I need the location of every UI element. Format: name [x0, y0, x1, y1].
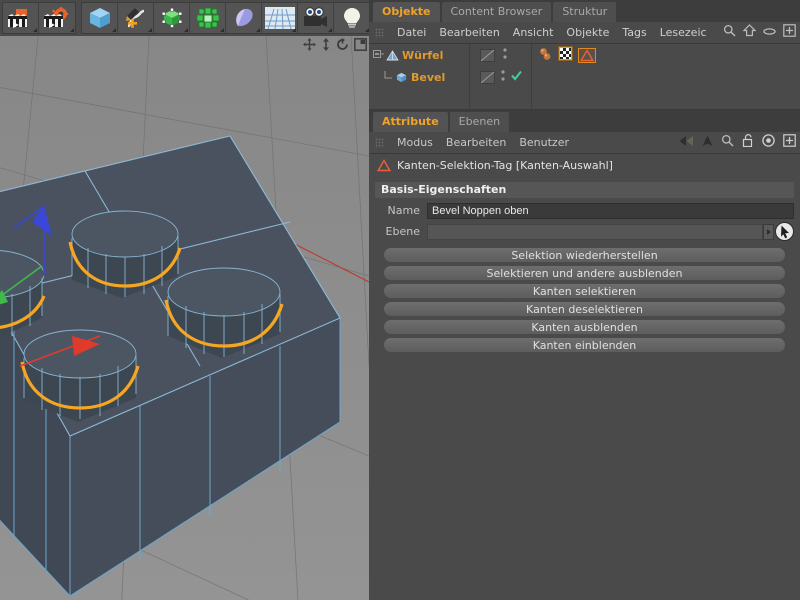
menu-modus[interactable]: Modus — [397, 136, 433, 149]
menu-tags[interactable]: Tags — [622, 26, 646, 39]
nav-up-icon[interactable] — [702, 135, 713, 150]
spline-pen-icon[interactable] — [118, 3, 154, 33]
attribute-manager-tabbar: Attribute Ebenen — [369, 110, 800, 132]
tree-row-bevel[interactable]: Bevel — [369, 66, 469, 88]
search-icon[interactable] — [723, 24, 736, 40]
tab-objekte[interactable]: Objekte — [373, 2, 440, 22]
rotate-view-icon[interactable] — [336, 38, 349, 54]
floor-scene-icon[interactable] — [262, 3, 298, 33]
dolly-view-icon[interactable] — [321, 38, 331, 54]
object-visibility-column — [469, 44, 531, 109]
visibility-dots-icon[interactable] — [503, 47, 507, 63]
cube-object-icon[interactable] — [395, 72, 408, 83]
nav-back-icon[interactable] — [679, 135, 694, 150]
menu-bearbeiten[interactable]: Bearbeiten — [446, 136, 506, 149]
tab-struktur[interactable]: Struktur — [553, 2, 617, 22]
material-tag-icon[interactable] — [538, 47, 553, 64]
expand-toggle-icon[interactable] — [373, 49, 384, 61]
edge-selection-tag-icon[interactable] — [578, 47, 596, 63]
field-row-name: Name — [375, 202, 794, 219]
object-tree-column: Würfel Bevel — [369, 44, 469, 109]
home-up-icon[interactable] — [742, 24, 757, 40]
tree-label-bevel: Bevel — [411, 70, 446, 84]
tree-branch-icon — [384, 71, 392, 79]
menu-lesezeichen[interactable]: Lesezeic — [660, 26, 707, 39]
button-kanten-ausblenden[interactable]: Kanten ausblenden — [383, 319, 786, 335]
light-icon[interactable] — [334, 3, 370, 33]
button-kanten-deselektieren[interactable]: Kanten deselektieren — [383, 301, 786, 317]
menu-benutzer[interactable]: Benutzer — [519, 136, 569, 149]
nurbs-generator-icon[interactable] — [154, 3, 190, 33]
object-manager-tabbar: Objekte Content Browser Struktur — [369, 0, 800, 22]
unlock-icon[interactable] — [742, 134, 754, 150]
button-selektion-wiederherstellen[interactable]: Selektion wiederherstellen — [383, 247, 786, 263]
section-header-basis: Basis-Eigenschaften — [375, 182, 794, 198]
object-manager-menubar: Datei Bearbeiten Ansicht Objekte Tags Le… — [369, 22, 800, 44]
plus-box-icon[interactable] — [783, 134, 796, 150]
ebene-dropdown-arrow-icon[interactable] — [763, 223, 774, 240]
enabled-check-icon[interactable] — [511, 70, 522, 84]
right-panel-column: Objekte Content Browser Struktur Datei B… — [369, 0, 800, 600]
pick-layer-cursor-icon[interactable] — [775, 222, 794, 241]
maximize-view-icon[interactable] — [354, 38, 367, 54]
camera-icon[interactable] — [298, 3, 334, 33]
null-object-icon[interactable] — [386, 49, 399, 61]
layer-swatch-icon[interactable] — [480, 48, 495, 62]
menu-datei[interactable]: Datei — [397, 26, 426, 39]
tag-action-buttons: Selektion wiederherstellen Selektieren u… — [383, 247, 786, 353]
array-object-icon[interactable] — [190, 3, 226, 33]
render-toolbar-group — [2, 2, 76, 34]
object-manager-tree[interactable]: Würfel Bevel — [369, 44, 800, 110]
menu-bearbeiten[interactable]: Bearbeiten — [439, 26, 499, 39]
layer-swatch-icon[interactable] — [480, 70, 495, 84]
panel-grip[interactable] — [375, 27, 384, 38]
ebene-input[interactable] — [427, 223, 763, 240]
label-name: Name — [387, 204, 420, 217]
attribute-title-row: Kanten-Selektion-Tag [Kanten-Auswahl] — [369, 154, 800, 176]
button-kanten-selektieren[interactable]: Kanten selektieren — [383, 283, 786, 299]
button-kanten-einblenden[interactable]: Kanten einblenden — [383, 337, 786, 353]
field-row-ebene: Ebene — [375, 222, 794, 241]
attribute-manager-menubar: Modus Bearbeiten Benutzer — [369, 132, 800, 154]
tab-content-browser[interactable]: Content Browser — [441, 2, 552, 22]
edge-selection-tag-icon — [377, 158, 391, 171]
panel-grip[interactable] — [375, 137, 384, 148]
plus-box-icon[interactable] — [783, 24, 796, 40]
texture-checker-tag-icon[interactable] — [558, 46, 573, 64]
tab-ebenen[interactable]: Ebenen — [449, 112, 510, 132]
menu-ansicht[interactable]: Ansicht — [513, 26, 554, 39]
name-input[interactable] — [427, 202, 794, 219]
object-tags-column — [531, 44, 800, 109]
tree-row-wuerfel[interactable]: Würfel — [369, 44, 469, 66]
visibility-dots-icon[interactable] — [501, 69, 505, 85]
render-view-icon[interactable] — [3, 3, 39, 33]
tab-attribute[interactable]: Attribute — [373, 112, 448, 132]
object-toolbar-group — [81, 2, 371, 34]
viewport-scene — [0, 36, 369, 600]
search-icon[interactable] — [721, 134, 734, 150]
cube-primitive-icon[interactable] — [82, 3, 118, 33]
attribute-title-text: Kanten-Selektion-Tag [Kanten-Auswahl] — [397, 158, 613, 172]
viewport-nav-icons — [303, 38, 367, 54]
cinema4d-window: Objekte Content Browser Struktur Datei B… — [0, 0, 800, 600]
render-settings-icon[interactable] — [39, 3, 75, 33]
visibility-row-wuerfel[interactable] — [470, 44, 531, 66]
target-icon[interactable] — [762, 134, 775, 150]
menu-objekte[interactable]: Objekte — [566, 26, 609, 39]
main-toolbar — [0, 0, 371, 36]
button-selektieren-und-andere-ausblenden[interactable]: Selektieren und andere ausblenden — [383, 265, 786, 281]
tree-label-wuerfel: Würfel — [402, 48, 444, 62]
label-ebene: Ebene — [385, 225, 420, 238]
tags-row-wuerfel[interactable] — [532, 44, 800, 66]
perspective-viewport[interactable] — [0, 36, 369, 600]
deformer-icon[interactable] — [226, 3, 262, 33]
oval-icon[interactable] — [763, 26, 776, 39]
visibility-row-bevel[interactable] — [470, 66, 531, 88]
pan-view-icon[interactable] — [303, 38, 316, 54]
